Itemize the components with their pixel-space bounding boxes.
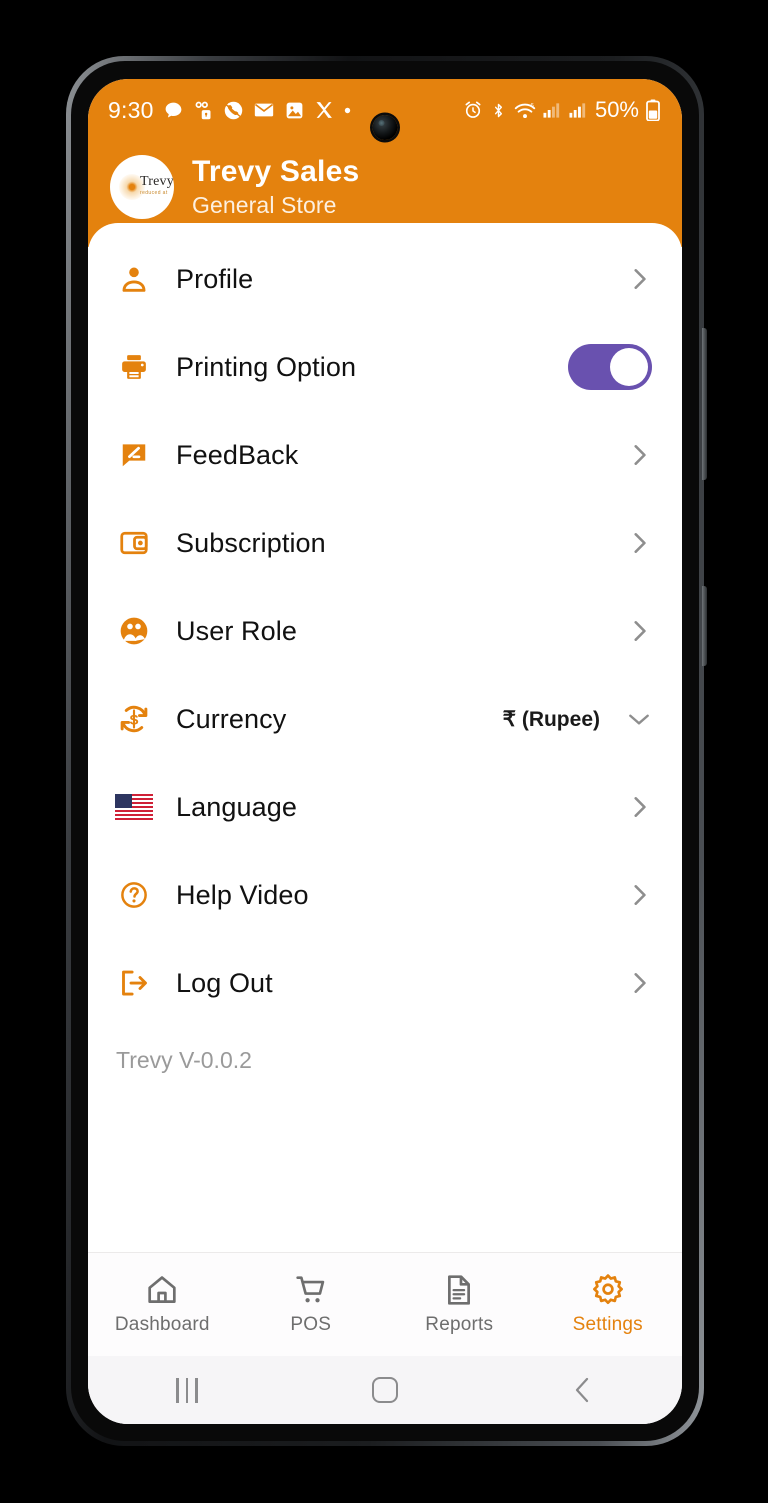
chevron-right-icon[interactable] xyxy=(626,970,652,996)
header-text-block: Trevy Sales General Store xyxy=(192,155,359,219)
settings-menu-sheet: Profile Printing Option FeedBack Subscri… xyxy=(88,223,682,1252)
nav-label: Dashboard xyxy=(114,1314,210,1335)
home-square-icon[interactable] xyxy=(286,1377,484,1403)
battery-percent-label: 50% xyxy=(594,97,639,122)
menu-trailing xyxy=(626,530,652,556)
android-system-nav xyxy=(88,1356,682,1424)
chevron-right-icon[interactable] xyxy=(626,794,652,820)
menu-item-subscription[interactable]: Subscription xyxy=(88,499,682,587)
app-version-label: Trevy V-0.0.2 xyxy=(116,1047,252,1073)
menu-label: Help Video xyxy=(176,879,309,910)
nav-item-pos[interactable]: POS xyxy=(237,1273,386,1336)
menu-item-language[interactable]: Language xyxy=(88,763,682,851)
menu-label: Profile xyxy=(176,263,254,294)
front-camera-icon xyxy=(372,115,398,140)
nav-item-dashboard[interactable]: Dashboard xyxy=(88,1273,237,1336)
chevron-right-icon[interactable] xyxy=(626,882,652,908)
menu-trailing xyxy=(626,882,652,908)
menu-label: Subscription xyxy=(176,527,326,558)
battery-icon xyxy=(646,99,660,121)
currency-exchange-icon: S xyxy=(114,703,154,735)
menu-label: User Role xyxy=(176,615,297,646)
nav-label: Settings xyxy=(572,1314,643,1335)
menu-trailing xyxy=(626,618,652,644)
chevron-right-icon[interactable] xyxy=(626,618,652,644)
chevron-down-icon[interactable] xyxy=(626,706,652,732)
status-bar-right: 6 50% xyxy=(463,97,660,123)
more-dot-icon xyxy=(343,106,352,115)
menu-item-currency[interactable]: S Currency ₹ (Rupee) xyxy=(88,675,682,763)
currency-value: ₹ (Rupee) xyxy=(502,707,600,731)
mail-icon xyxy=(253,99,275,121)
feedback-icon xyxy=(114,440,154,470)
printing-option-toggle[interactable] xyxy=(568,344,652,390)
photos-icon xyxy=(284,100,305,121)
wifi-icon: 6 xyxy=(514,101,536,120)
nav-label: Reports xyxy=(425,1314,494,1335)
toggle-knob xyxy=(610,348,648,386)
menu-trailing xyxy=(626,970,652,996)
chat-bubble-icon xyxy=(163,100,184,121)
voicemail-icon xyxy=(193,100,214,121)
bottom-navigation-bar: Dashboard POS Reports Settings xyxy=(88,1252,682,1356)
menu-item-feedback[interactable]: FeedBack xyxy=(88,411,682,499)
menu-trailing xyxy=(626,442,652,468)
signal-bars-icon xyxy=(543,101,562,119)
logo-wordmark: Trevy xyxy=(140,174,174,189)
phone-screen: 9:30 6 50% Trevy reduced at Trevy Sales … xyxy=(88,79,682,1424)
page-title: Trevy Sales xyxy=(192,155,360,189)
printer-icon xyxy=(114,352,154,382)
person-icon xyxy=(114,263,154,295)
menu-item-profile[interactable]: Profile xyxy=(88,235,682,323)
status-bar-left: 9:30 xyxy=(108,97,352,124)
wallet-icon xyxy=(114,528,154,558)
menu-item-user-role[interactable]: User Role xyxy=(88,587,682,675)
status-time: 9:30 xyxy=(108,96,154,123)
gear-icon xyxy=(591,1273,625,1307)
menu-trailing xyxy=(568,344,652,390)
help-circle-icon xyxy=(114,880,154,910)
chevron-right-icon[interactable] xyxy=(626,266,652,292)
menu-item-log-out[interactable]: Log Out xyxy=(88,939,682,1027)
users-icon xyxy=(114,615,154,647)
menu-label: FeedBack xyxy=(176,439,299,470)
power-button[interactable] xyxy=(702,586,707,666)
bluetooth-icon xyxy=(490,101,507,120)
logo-tagline: reduced at xyxy=(140,190,168,196)
signal-bars-icon-2 xyxy=(569,101,588,119)
document-icon xyxy=(442,1273,476,1307)
menu-trailing xyxy=(626,266,652,292)
flag-us-icon xyxy=(114,794,154,820)
menu-trailing xyxy=(626,794,652,820)
store-subtitle: General Store xyxy=(192,191,337,218)
menu-label: Printing Option xyxy=(176,351,357,382)
brand-logo: Trevy reduced at xyxy=(110,155,174,219)
volume-button[interactable] xyxy=(702,328,707,480)
recents-icon[interactable] xyxy=(88,1377,286,1403)
nav-label: POS xyxy=(290,1314,332,1335)
nav-item-settings[interactable]: Settings xyxy=(534,1273,683,1336)
logout-icon xyxy=(114,968,154,998)
home-icon xyxy=(145,1273,179,1307)
phone-frame: 9:30 6 50% Trevy reduced at Trevy Sales … xyxy=(66,56,707,1446)
phone-bezel: 9:30 6 50% Trevy reduced at Trevy Sales … xyxy=(71,61,699,1441)
phone-circle-icon xyxy=(223,100,244,121)
menu-item-printing-option[interactable]: Printing Option xyxy=(88,323,682,411)
cart-icon xyxy=(294,1273,328,1307)
menu-label: Language xyxy=(176,791,297,822)
alarm-icon xyxy=(463,100,483,120)
menu-item-help-video[interactable]: Help Video xyxy=(88,851,682,939)
nav-item-reports[interactable]: Reports xyxy=(385,1273,534,1336)
chevron-right-icon[interactable] xyxy=(626,442,652,468)
back-chevron-icon[interactable] xyxy=(484,1376,682,1404)
menu-label: Log Out xyxy=(176,967,273,998)
x-app-icon xyxy=(314,100,334,120)
menu-label: Currency xyxy=(176,703,287,734)
menu-trailing: ₹ (Rupee) xyxy=(503,706,652,732)
chevron-right-icon[interactable] xyxy=(626,530,652,556)
